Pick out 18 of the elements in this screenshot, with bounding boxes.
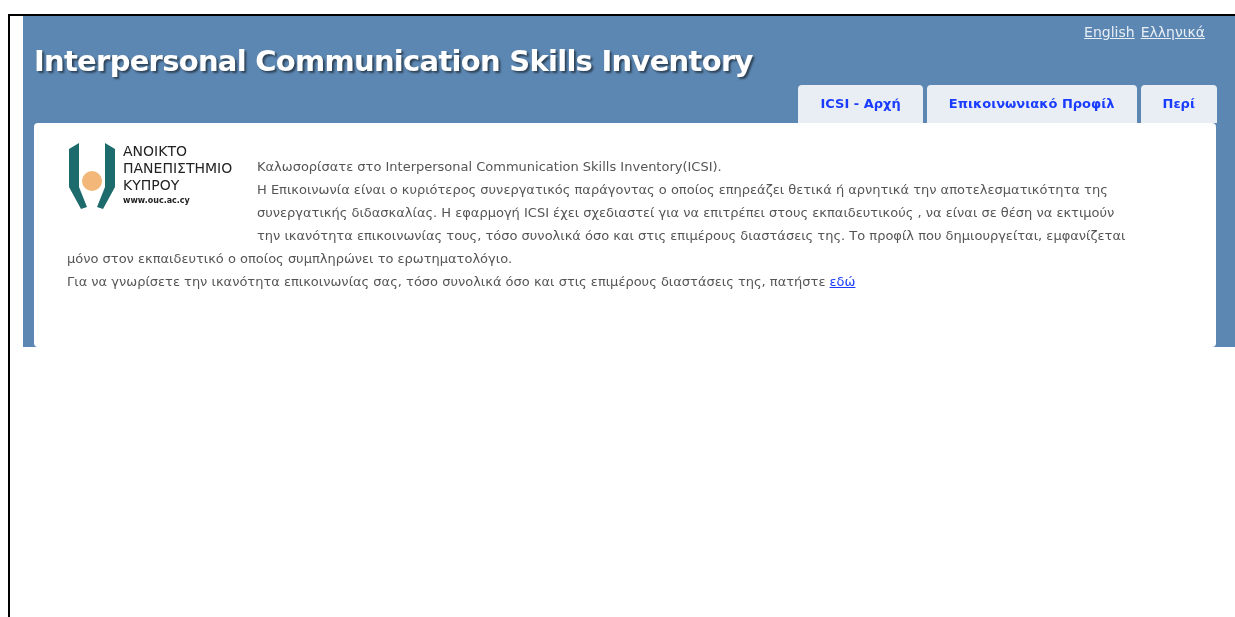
intro-text: την ικανότητα επικοινωνίας τους, τόσο συνολικά όσο και στις επιμέρους διαστάσεις της. Το προφίλ που δημιουργείται, εμφανίζεται (257, 227, 1126, 245)
logo-text: ΚΥΠΡΟΥ (123, 177, 181, 194)
intro-text: Η Επικοινωνία είναι ο κυριότερος συνεργατικός παράγοντας ο οποίος επηρεάζει θετικά ή αρνητικά την αποτελεσματικότητα της (257, 181, 1108, 199)
nav-tab[interactable]: Περί (1140, 85, 1217, 123)
site-title: Interpersonal Communication Skills Inventory (34, 43, 753, 80)
instruction-text: Για να γνωρίσετε την ικανότητα επικοινωνίας σας, τόσο συνολικά όσο και στις επιμέρους διαστάσεις της, πατήστε (67, 274, 826, 289)
here-link[interactable]: εδώ (829, 274, 856, 289)
logo-text: ΠΑΝΕΠΙΣΤΗΜΙΟ (123, 160, 233, 177)
intro-text: συνεργατικής διδασκαλίας. Η εφαρμογή ICSI έχει σχεδιαστεί για να επιτρέπει στους εκπαιδευτικούς , να είναι σε θέση να εκτιμούν (257, 204, 1115, 222)
intro-text: μόνο στον εκπαιδευτικό ο οποίος συμπληρώνει το ερωτηματολόγιο. (67, 250, 514, 268)
nav-tab[interactable]: Επικοινωνιακό Προφίλ (926, 85, 1137, 123)
language-link[interactable]: Ελληνικά (1140, 22, 1205, 43)
logo-text: ΑΝΟΙΚΤΟ (123, 143, 188, 160)
logo-url: www.ouc.ac.cy (123, 195, 191, 207)
welcome-text: Καλωσορίσατε στο Interpersonal Communication Skills Inventory(ICSI). (257, 158, 722, 176)
language-link[interactable]: English (1084, 22, 1135, 43)
nav-tab[interactable]: ICSI - Αρχή (798, 85, 923, 123)
logo-emblem-icon (67, 143, 117, 211)
